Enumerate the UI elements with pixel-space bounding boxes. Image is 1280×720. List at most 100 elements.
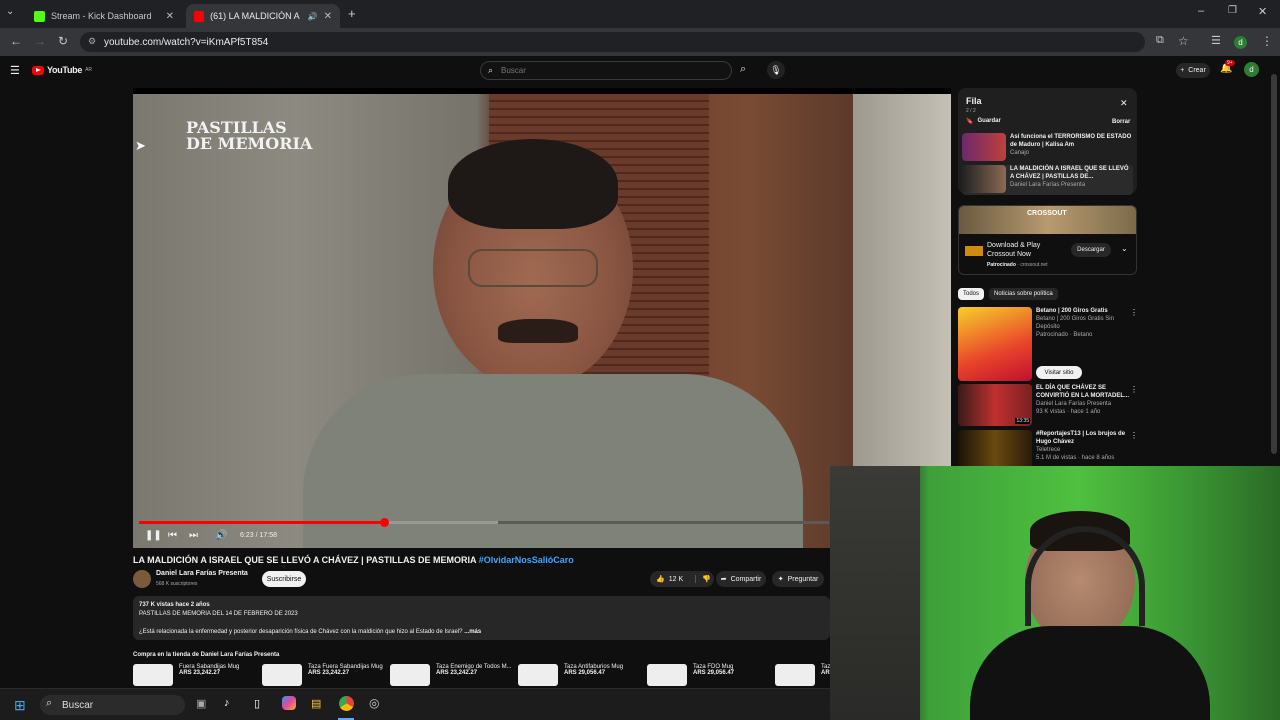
progress-bar[interactable] xyxy=(139,518,829,527)
youtube-logo[interactable]: YouTube AR xyxy=(32,65,92,75)
video-hashtag[interactable]: #OlvidarNosSalióCaro xyxy=(479,555,574,565)
description-box[interactable]: 737 K vistas hace 2 años PASTILLAS DE ME… xyxy=(133,596,830,640)
share-button[interactable]: ➦ Compartir xyxy=(716,571,766,587)
tiktok-icon[interactable]: ♪ xyxy=(224,697,230,709)
new-tab-icon[interactable]: + xyxy=(348,6,356,21)
install-app-icon[interactable]: ⧉ xyxy=(1156,34,1164,47)
page-scrollbar[interactable] xyxy=(1271,64,1277,464)
recommendation-text: EL DÍA QUE CHÁVEZ SE CONVIRTIÓ EN LA MOR… xyxy=(1036,384,1137,426)
maximize-icon[interactable]: ❐ xyxy=(1228,5,1237,16)
ask-button[interactable]: ✦ Preguntar xyxy=(772,571,824,587)
player-controls: ❚❚ ⏮ ⏭ 🔊 6:23 / 17:58 xyxy=(133,512,951,548)
tab-youtube-video[interactable]: (61) LA MALDICIÓN A ISRA 🔊 ✕ xyxy=(186,4,340,28)
back-icon[interactable]: ← xyxy=(10,34,22,48)
taskbar-search[interactable]: ⌕ Buscar xyxy=(40,695,185,715)
queue-item[interactable]: Así funciona el TERRORISMO DE ESTADO de … xyxy=(962,133,1133,163)
recommendation-item[interactable]: 13:35 EL DÍA QUE CHÁVEZ SE CONVIRTIÓ EN … xyxy=(958,384,1137,426)
pause-icon[interactable]: ❚❚ xyxy=(145,530,162,541)
bookmark-star-icon[interactable]: ☆ xyxy=(1178,34,1189,48)
more-options-icon[interactable]: ⋮ xyxy=(1130,385,1138,394)
hamburger-menu-icon[interactable]: ☰ xyxy=(10,64,20,77)
chevron-down-icon[interactable]: ⌄ xyxy=(1121,244,1128,253)
close-icon[interactable]: ✕ xyxy=(166,11,174,22)
like-count[interactable]: 12 K xyxy=(669,576,683,583)
windows-start-icon[interactable]: ⊞ xyxy=(14,697,26,714)
account-avatar[interactable]: d xyxy=(1244,62,1259,77)
obs-icon[interactable]: ◎ xyxy=(369,696,379,710)
merch-item[interactable]: Taza Antifaburios Mug ARS 29,056.47 xyxy=(518,664,623,688)
subscribe-button[interactable]: Suscribirse xyxy=(262,571,306,587)
channel-avatar[interactable] xyxy=(133,570,151,588)
tab-label: Stream - Kick Dashboard xyxy=(51,11,152,21)
profile-avatar[interactable]: d xyxy=(1234,36,1247,49)
scrubber-handle[interactable] xyxy=(379,518,389,527)
merch-item[interactable]: Taza FDO Mug ARS 29,056.47 xyxy=(647,664,734,688)
merch-item[interactable]: Taza Enemigo de Todos M... ARS 23,242.27 xyxy=(390,664,512,688)
search-input[interactable]: ⌕ Buscar xyxy=(480,61,732,80)
more-options-icon[interactable]: ⋮ xyxy=(1130,308,1138,317)
file-explorer-icon[interactable]: ▤ xyxy=(311,697,321,710)
minimize-icon[interactable]: – xyxy=(1198,5,1204,17)
description-more[interactable]: ...más xyxy=(464,629,481,635)
channel-name[interactable]: Daniel Lara Farías Presenta xyxy=(156,570,248,577)
address-bar[interactable]: ⚙ youtube.com/watch?v=iKmAPf5T854 xyxy=(80,32,1145,52)
queue-count: 2 / 2 xyxy=(966,108,976,114)
like-icon[interactable]: 👍 xyxy=(656,575,665,583)
chip-politics[interactable]: Noticias sobre política xyxy=(989,288,1058,300)
visit-site-button[interactable]: Visitar sitio xyxy=(1036,366,1082,379)
search-icon: ⌕ xyxy=(46,697,53,709)
chrome-icon[interactable] xyxy=(339,696,354,711)
scrollbar-thumb[interactable] xyxy=(1271,74,1277,454)
ad-sponsored: Patrocinado xyxy=(987,262,1016,268)
recommendation-meta: Patrocinado · Betano xyxy=(1036,332,1093,338)
clear-queue-button[interactable]: Borrar xyxy=(1112,119,1130,125)
file-icon[interactable]: ▯ xyxy=(254,697,260,710)
chip-all[interactable]: Todos xyxy=(958,288,985,300)
recommendation-thumbnail: 13:35 xyxy=(958,384,1032,426)
media-control-icon[interactable]: ☰ xyxy=(1211,34,1221,47)
recommendation-item[interactable]: #ReportajesT13 | Los brujos de Hugo Cháv… xyxy=(958,430,1137,466)
copilot-icon[interactable] xyxy=(282,696,296,710)
merch-item[interactable]: Taz ARS xyxy=(775,664,834,688)
dislike-icon[interactable]: 👎 xyxy=(695,575,711,583)
merch-thumbnail xyxy=(647,664,687,686)
audio-icon[interactable]: 🔊 xyxy=(308,12,318,21)
mouse-cursor-icon: ➤ xyxy=(135,138,146,153)
video-player[interactable]: PASTILLAS DE MEMORIA ❚❚ ⏮ ⏭ 🔊 6:23 / 17:… xyxy=(133,88,951,548)
tab-search-icon[interactable]: ⌄ xyxy=(6,6,14,17)
merch-thumbnail xyxy=(133,664,173,686)
reload-icon[interactable]: ↻ xyxy=(58,34,68,48)
overlay-title-line2: DE MEMORIA xyxy=(186,134,313,153)
menu-kebab-icon[interactable]: ⋮ xyxy=(1261,34,1273,48)
task-view-icon[interactable]: ▣ xyxy=(196,697,206,710)
site-info-icon[interactable]: ⚙ xyxy=(88,36,96,47)
merch-price: ARS 23,242.27 xyxy=(308,670,350,676)
save-queue-button[interactable]: 🔖 Guardar xyxy=(966,118,1001,125)
ad-title: Download & Play Crossout Now xyxy=(987,241,1040,259)
create-button[interactable]: + Crear xyxy=(1176,63,1210,78)
merch-price: ARS 23,242.27 xyxy=(179,670,221,676)
window-close-icon[interactable]: ✕ xyxy=(1258,5,1267,18)
volume-icon[interactable]: 🔊 xyxy=(215,530,227,541)
tab-kick-dashboard[interactable]: Stream - Kick Dashboard ✕ xyxy=(26,4,182,28)
sparkle-icon: ✦ xyxy=(777,576,784,583)
close-icon[interactable]: ✕ xyxy=(1120,98,1128,109)
forward-icon[interactable]: → xyxy=(34,34,46,48)
youtube-favicon-icon xyxy=(194,10,205,22)
tab-label: (61) LA MALDICIÓN A ISRA xyxy=(210,11,302,21)
close-icon[interactable]: ✕ xyxy=(324,11,332,22)
merch-price: ARS 23,242.27 xyxy=(436,670,478,676)
merch-item[interactable]: Fuera Sabandijas Mug ARS 23,242.27 xyxy=(133,664,239,688)
previous-icon[interactable]: ⏮ xyxy=(168,530,177,541)
sponsored-ad[interactable]: CROSSOUT Download & Play Crossout Now Pat… xyxy=(958,205,1137,275)
search-button-icon[interactable]: ⌕ xyxy=(740,63,746,76)
merch-text: Taza Enemigo de Todos M... ARS 23,242.27 xyxy=(436,664,512,688)
video-frame[interactable]: PASTILLAS DE MEMORIA xyxy=(133,94,951,548)
ad-download-button[interactable]: Descargar xyxy=(1071,243,1111,257)
more-options-icon[interactable]: ⋮ xyxy=(1130,431,1138,440)
voice-search-icon[interactable]: 🎙 xyxy=(767,61,785,79)
merch-item[interactable]: Taza Fuera Sabandijas Mug ARS 23,242.27 xyxy=(262,664,383,688)
merch-price: ARS 29,056.47 xyxy=(564,670,606,676)
queue-item-current[interactable]: LA MALDICIÓN A ISRAEL QUE SE LLEVÓ A CHÁ… xyxy=(962,165,1133,195)
next-icon[interactable]: ⏭ xyxy=(189,530,198,541)
